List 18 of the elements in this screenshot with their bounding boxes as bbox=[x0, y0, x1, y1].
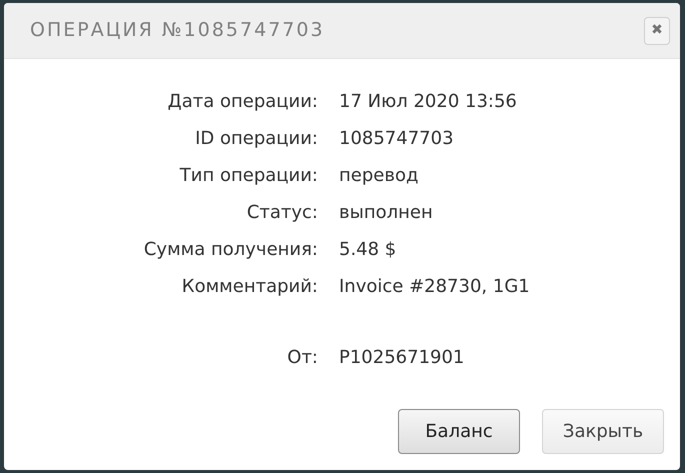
field-label: Комментарий: bbox=[180, 275, 318, 299]
field-value: выполнен bbox=[339, 201, 433, 225]
field-label: Статус: bbox=[246, 201, 318, 225]
dialog-button[interactable]: Закрыть bbox=[542, 409, 664, 454]
field-value: 5.48 $ bbox=[339, 238, 396, 262]
field-label: Дата операции: bbox=[166, 90, 318, 114]
field-value: 1085747703 bbox=[339, 127, 454, 151]
field-value: P1025671901 bbox=[339, 346, 464, 370]
close-button[interactable]: ✖ bbox=[644, 16, 670, 44]
field-value: перевод bbox=[339, 164, 418, 188]
dialog-title: ОПЕРАЦИЯ №1085747703 bbox=[30, 18, 325, 44]
field-value: Invoice #28730, 1G1 bbox=[339, 275, 530, 299]
field-label: Тип операции: bbox=[178, 164, 318, 188]
dialog-button[interactable]: Баланс bbox=[398, 409, 520, 454]
field-label: ID операции: bbox=[194, 127, 318, 151]
field-label: Сумма получения: bbox=[142, 238, 318, 262]
field-label: От: bbox=[286, 346, 318, 370]
field-value: 17 Июл 2020 13:56 bbox=[339, 90, 517, 114]
